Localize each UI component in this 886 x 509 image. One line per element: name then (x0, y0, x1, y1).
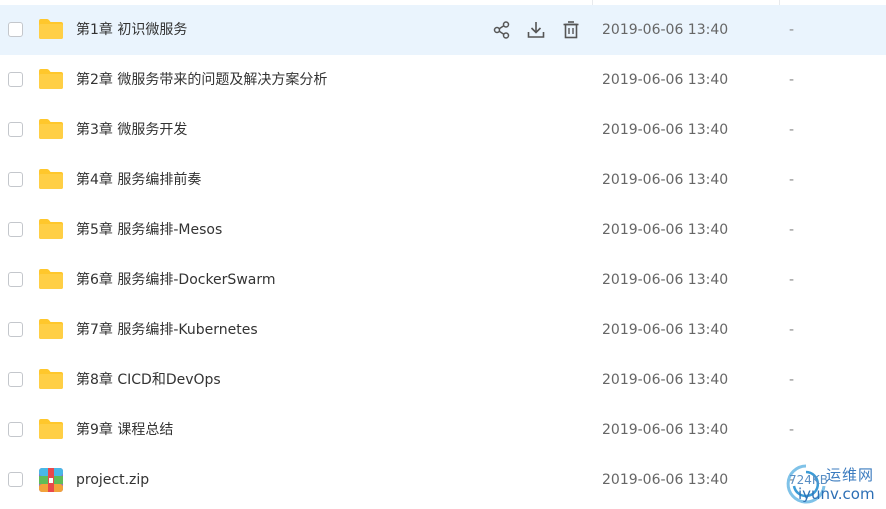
folder-row[interactable]: 第4章 服务编排前奏 2019-06-06 13:40 - (0, 155, 886, 205)
folder-row[interactable]: 第2章 微服务带来的问题及解决方案分析 2019-06-06 13:40 - (0, 55, 886, 105)
download-icon[interactable] (526, 20, 546, 40)
folder-row[interactable]: 第7章 服务编排-Kubernetes 2019-06-06 13:40 - (0, 305, 886, 355)
folder-icon (38, 418, 64, 440)
row-checkbox[interactable] (8, 272, 23, 287)
folder-row[interactable]: 第8章 CICD和DevOps 2019-06-06 13:40 - (0, 355, 886, 405)
file-size: - (789, 222, 795, 238)
folder-icon (38, 68, 64, 90)
folder-row[interactable]: 第9章 课程总结 2019-06-06 13:40 - (0, 405, 886, 455)
modified-date: 2019-06-06 13:40 (602, 322, 729, 338)
file-size: - (789, 172, 795, 188)
row-checkbox[interactable] (8, 172, 23, 187)
row-checkbox[interactable] (8, 322, 23, 337)
modified-date: 2019-06-06 13:40 (602, 22, 729, 38)
file-name-link[interactable]: 第2章 微服务带来的问题及解决方案分析 (76, 55, 327, 105)
file-size: - (789, 122, 795, 138)
file-name-link[interactable]: 第1章 初识微服务 (76, 5, 187, 55)
row-actions (490, 5, 586, 55)
file-size: - (789, 322, 795, 338)
file-size: - (789, 372, 795, 388)
file-name-link[interactable]: 第5章 服务编排-Mesos (76, 205, 222, 255)
file-name-link[interactable]: 第6章 服务编排-DockerSwarm (76, 255, 276, 305)
modified-date: 2019-06-06 13:40 (602, 122, 729, 138)
file-size: - (789, 72, 795, 88)
file-name-link[interactable]: project.zip (76, 455, 149, 505)
modified-date: 2019-06-06 13:40 (602, 372, 729, 388)
row-checkbox[interactable] (8, 422, 23, 437)
modified-date: 2019-06-06 13:40 (602, 72, 729, 88)
row-checkbox[interactable] (8, 372, 23, 387)
modified-date: 2019-06-06 13:40 (602, 272, 729, 288)
modified-date: 2019-06-06 13:40 (602, 422, 729, 438)
header-strip (0, 0, 886, 4)
folder-row[interactable]: 第3章 微服务开发 2019-06-06 13:40 - (0, 105, 886, 155)
watermark: 运维网 724KB iyunv.com (780, 460, 886, 509)
folder-icon (38, 168, 64, 190)
file-size: - (789, 22, 795, 38)
row-checkbox[interactable] (8, 472, 23, 487)
file-size: - (789, 422, 795, 438)
row-checkbox[interactable] (8, 122, 23, 137)
folder-row[interactable]: 第5章 服务编排-Mesos 2019-06-06 13:40 - (0, 205, 886, 255)
row-checkbox[interactable] (8, 222, 23, 237)
row-checkbox[interactable] (8, 22, 23, 37)
folder-icon (38, 18, 64, 40)
folder-icon (38, 318, 64, 340)
file-name-link[interactable]: 第8章 CICD和DevOps (76, 355, 221, 405)
modified-date: 2019-06-06 13:40 (602, 222, 729, 238)
folder-icon (38, 268, 64, 290)
folder-row[interactable]: 第1章 初识微服务 2019-06-06 13:40 - (0, 5, 886, 55)
delete-icon[interactable] (561, 20, 581, 40)
folder-row[interactable]: 第6章 服务编排-DockerSwarm 2019-06-06 13:40 - (0, 255, 886, 305)
share-icon[interactable] (492, 20, 512, 40)
folder-icon (38, 368, 64, 390)
modified-date: 2019-06-06 13:40 (602, 472, 729, 488)
file-name-link[interactable]: 第7章 服务编排-Kubernetes (76, 305, 258, 355)
folder-icon (38, 118, 64, 140)
modified-date: 2019-06-06 13:40 (602, 172, 729, 188)
file-name-link[interactable]: 第3章 微服务开发 (76, 105, 187, 155)
row-checkbox[interactable] (8, 72, 23, 87)
watermark-url-text: iyunv.com (798, 485, 875, 503)
folder-icon (38, 218, 64, 240)
file-list: 第1章 初识微服务 2019-06-06 13:40- 第2章 微服务带来的问题及解… (0, 0, 886, 509)
file-name-link[interactable]: 第9章 课程总结 (76, 405, 173, 455)
file-row[interactable]: project.zip 2019-06-06 13:40- (0, 455, 886, 505)
file-name-link[interactable]: 第4章 服务编排前奏 (76, 155, 201, 205)
watermark-cn-text: 运维网 (826, 466, 875, 484)
zip-archive-icon (38, 467, 64, 493)
file-size: - (789, 272, 795, 288)
